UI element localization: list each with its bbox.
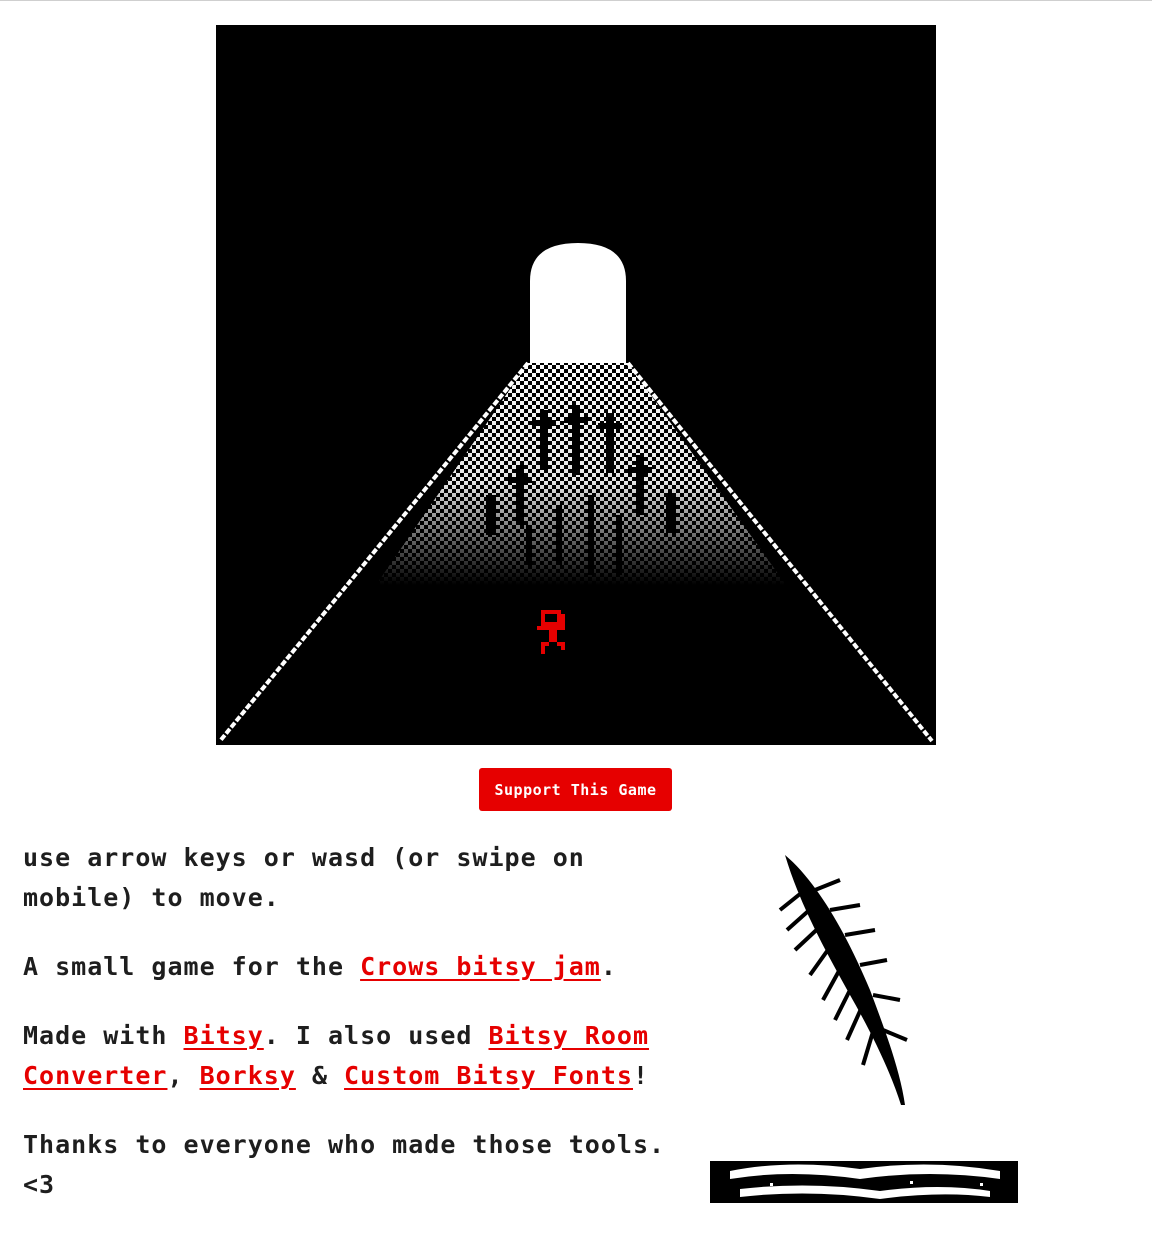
- jam-suffix: .: [600, 952, 617, 981]
- tools-sep2: &: [295, 1061, 345, 1090]
- scroll-art: [710, 1157, 1018, 1203]
- custom-bitsy-fonts-link[interactable]: Custom Bitsy Fonts: [344, 1061, 633, 1090]
- game-canvas[interactable]: [216, 25, 936, 745]
- tools-suffix: !: [632, 1061, 650, 1090]
- tools-mid: . I also used: [263, 1021, 489, 1050]
- floor-light: [376, 363, 786, 585]
- borksy-link[interactable]: Borksy: [200, 1061, 296, 1090]
- doorway-arch: [530, 243, 626, 363]
- player-sprite: [537, 610, 565, 654]
- feather-icon: [778, 855, 908, 1105]
- tools-prefix: Made with: [23, 1021, 184, 1050]
- support-game-button[interactable]: Support This Game: [479, 768, 672, 811]
- jam-paragraph: A small game for the Crows bitsy jam.: [23, 947, 678, 987]
- game-description: use arrow keys or wasd (or swipe on mobi…: [23, 838, 678, 1234]
- jam-prefix: A small game for the: [23, 952, 361, 981]
- crows-jam-link[interactable]: Crows bitsy jam: [360, 952, 601, 981]
- game-scene: [218, 243, 934, 743]
- tools-sep1: ,: [167, 1061, 200, 1090]
- thanks-text: Thanks to everyone who made those tools.…: [23, 1130, 666, 1199]
- tools-paragraph: Made with Bitsy. I also used Bitsy Room …: [23, 1016, 678, 1096]
- controls-text: use arrow keys or wasd (or swipe on mobi…: [23, 843, 585, 912]
- bitsy-link[interactable]: Bitsy: [184, 1021, 264, 1050]
- top-divider: [0, 0, 1152, 1]
